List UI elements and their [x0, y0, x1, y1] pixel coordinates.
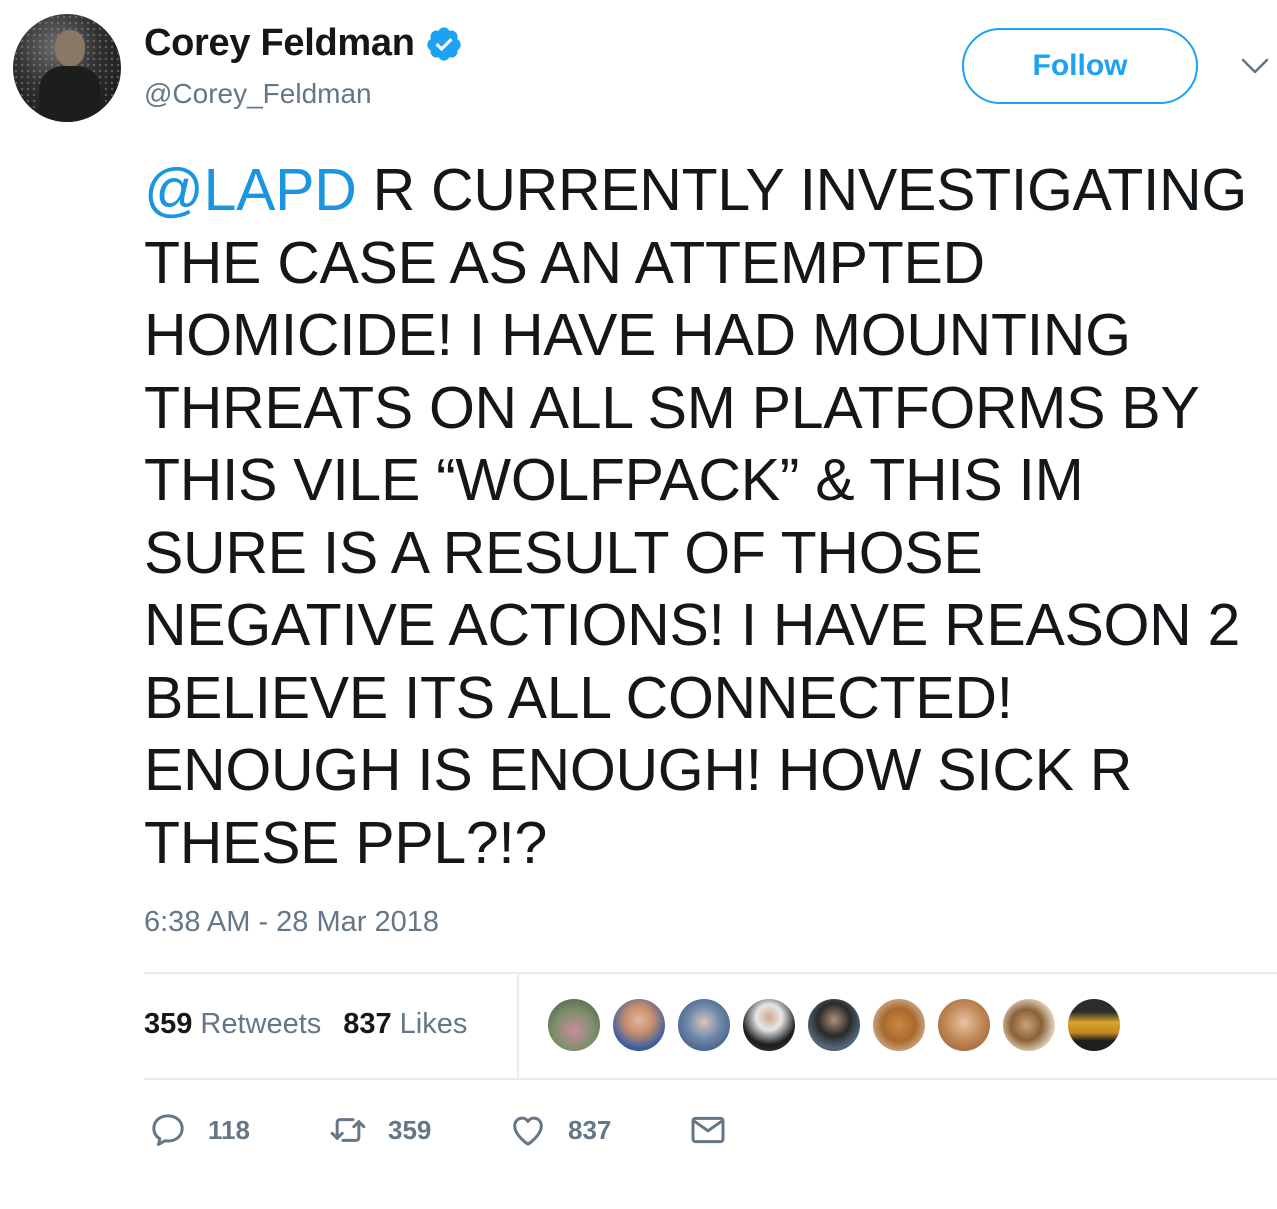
liker-avatar[interactable] [611, 997, 667, 1053]
author-name-row[interactable]: Corey Feldman [144, 22, 463, 65]
tweet-line: HOMICIDE! I HAVE HAD MOUNTING [144, 302, 1131, 368]
follow-button[interactable]: Follow [962, 28, 1198, 104]
liker-avatar[interactable] [676, 997, 732, 1053]
chevron-down-icon[interactable] [1240, 56, 1270, 76]
liker-avatar[interactable] [871, 997, 927, 1053]
heart-icon [513, 1116, 543, 1146]
verified-badge-icon [427, 26, 461, 61]
tweet-line: THREATS ON ALL SM PLATFORMS BY [144, 374, 1200, 441]
likes-count: 837 [343, 1008, 392, 1040]
likes-label: Likes [399, 1008, 468, 1040]
retweet-count: 359 [388, 1114, 432, 1145]
like-action[interactable]: 837 [508, 1110, 611, 1150]
author-avatar[interactable] [13, 14, 121, 122]
tweet-line: @LAPD R CURRENTLY INVESTIGATING [144, 154, 1274, 227]
stats-vertical-divider [517, 974, 519, 1080]
direct-message-action[interactable] [688, 1110, 728, 1150]
liker-avatar[interactable] [936, 997, 992, 1053]
tweet-line: THE CASE AS AN ATTEMPTED [144, 229, 985, 296]
like-count: 837 [568, 1114, 612, 1145]
mention-link[interactable]: @LAPD [144, 157, 357, 223]
retweet-action[interactable]: 359 [328, 1110, 431, 1150]
tweet-line: THIS VILE “WOLFPACK” & THIS IM [144, 447, 1084, 513]
author-handle[interactable]: @Corey_Feldman [144, 78, 372, 110]
tweet-line: THESE PPL?!? [144, 809, 548, 876]
tweet-header: Corey Feldman @Corey_Feldman Follow [0, 0, 1277, 130]
tweet-line-text: R CURRENTLY INVESTIGATING [356, 157, 1248, 223]
reply-count: 118 [208, 1114, 250, 1145]
tweet-timestamp[interactable]: 6:38 AM - 28 Mar 2018 [144, 906, 439, 939]
reply-action[interactable]: 118 [148, 1110, 250, 1150]
retweets-label: Retweets [200, 1008, 322, 1040]
retweets-stat[interactable]: 359 Retweets [144, 1008, 321, 1041]
liker-avatar[interactable] [1001, 997, 1057, 1053]
stats-bottom-divider [144, 1078, 1277, 1080]
tweet-stats: 359 Retweets 837 Likes [144, 1008, 489, 1041]
liker-avatars [546, 997, 1131, 1053]
tweet-line: NEGATIVE ACTIONS! I HAVE REASON 2 [144, 592, 1241, 658]
liker-avatar[interactable] [1066, 997, 1122, 1053]
retweets-count: 359 [144, 1008, 193, 1040]
likes-stat[interactable]: 837 Likes [343, 1008, 467, 1041]
tweet-line: ENOUGH IS ENOUGH! HOW SICK R [144, 737, 1133, 803]
reply-icon [152, 1114, 184, 1146]
tweet-line: SURE IS A RESULT OF THOSE [144, 519, 983, 586]
envelope-icon [691, 1116, 725, 1144]
stats-top-divider [144, 972, 1277, 974]
author-display-name[interactable]: Corey Feldman [144, 22, 415, 65]
liker-avatar[interactable] [741, 997, 797, 1053]
tweet-text: @LAPD R CURRENTLY INVESTIGATING THE CASE… [144, 154, 1274, 879]
retweet-icon [330, 1118, 366, 1142]
tweet-line: BELIEVE ITS ALL CONNECTED! [144, 664, 1013, 731]
liker-avatar[interactable] [546, 997, 602, 1053]
liker-avatar[interactable] [806, 997, 862, 1053]
tweet-actions: 118 359 837 [148, 1110, 748, 1154]
